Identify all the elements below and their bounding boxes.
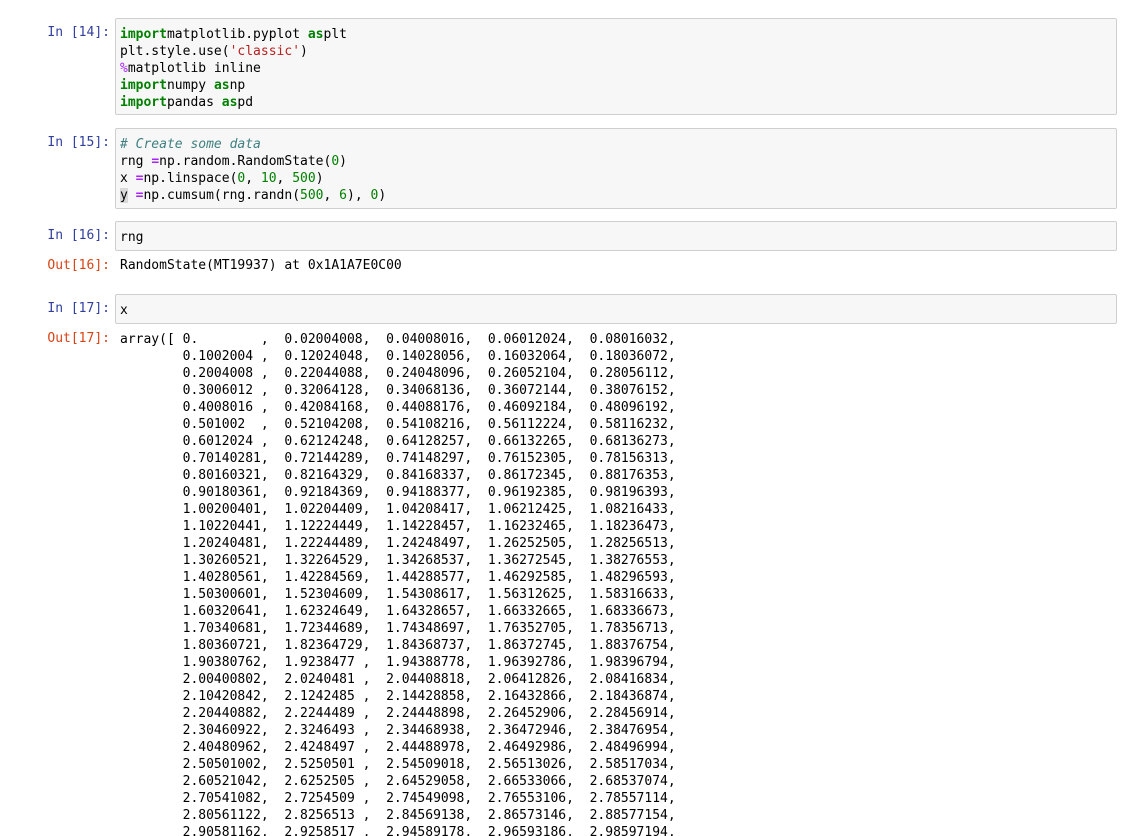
code-token: as [213, 78, 230, 93]
code-token: 500 [292, 171, 316, 186]
array-row: 2.80561122, 2.8256513 , 2.84569138, 2.86… [120, 808, 676, 823]
code-token: ), [347, 188, 371, 203]
array-row: 0.4008016 , 0.42084168, 0.44088176, 0.46… [120, 400, 676, 415]
array-row: 0.90180361, 0.92184369, 0.94188377, 0.96… [120, 485, 676, 500]
code-line: importmatplotlib.pyplot asplt [120, 26, 1112, 43]
array-row: 1.90380762, 1.9238477 , 1.94388778, 1.96… [120, 655, 676, 670]
array-row: 1.40280561, 1.42284569, 1.44288577, 1.46… [120, 570, 676, 585]
array-row: 0.501002 , 0.52104208, 0.54108216, 0.561… [120, 417, 676, 432]
output-prompt-17: Out[17]: [47, 331, 110, 346]
code-token: pd [237, 95, 254, 110]
array-row: 2.60521042, 2.6252505 , 2.64529058, 2.66… [120, 774, 676, 789]
code-token: np.cumsum(rng.randn( [143, 188, 301, 203]
array-row: 1.80360721, 1.82364729, 1.84368737, 1.86… [120, 638, 676, 653]
code-token: np [229, 78, 246, 93]
code-token: import [120, 78, 167, 93]
array-row: 2.70541082, 2.7254509 , 2.74549098, 2.76… [120, 791, 676, 806]
array-row: 2.40480962, 2.4248497 , 2.44488978, 2.46… [120, 740, 676, 755]
code-line: y =np.cumsum(rng.randn(500, 6), 0) [120, 187, 1112, 204]
code-line: x [120, 303, 128, 318]
array-row: 0.2004008 , 0.22044088, 0.24048096, 0.26… [120, 366, 676, 381]
code-token: pandas [166, 95, 222, 110]
array-row: 2.30460922, 2.3246493 , 2.34468938, 2.36… [120, 723, 676, 738]
output-text-16: RandomState(MT19937) at 0x1A1A7E0C00 [120, 258, 402, 273]
array-row: 2.10420842, 2.1242485 , 2.14428858, 2.16… [120, 689, 676, 704]
code-token: 'classic' [229, 44, 301, 59]
input-prompt-15: In [15]: [47, 135, 110, 150]
code-token: np.linspace( [143, 171, 238, 186]
array-row: 2.20440882, 2.2244489 , 2.24448898, 2.26… [120, 706, 676, 721]
code-token: plt.style.use( [120, 44, 230, 59]
code-line: importpandas aspd [120, 94, 1112, 111]
code-token: ) [315, 171, 324, 186]
array-row: 0.3006012 , 0.32064128, 0.34068136, 0.36… [120, 383, 676, 398]
code-line: rng [120, 230, 144, 245]
code-token: import [120, 27, 167, 42]
input-prompt-14: In [14]: [47, 25, 110, 40]
code-token: 6 [339, 188, 347, 203]
code-line: plt.style.use('classic') [120, 43, 1112, 60]
code-line: x =np.linspace(0, 10, 500) [120, 170, 1112, 187]
array-row: 0.1002004 , 0.12024048, 0.14028056, 0.16… [120, 349, 676, 364]
code-editor-16[interactable]: rng [115, 221, 1117, 251]
code-token: matplotlib.pyplot [166, 27, 308, 42]
code-line: importnumpy asnp [120, 77, 1112, 94]
output-prompt-16: Out[16]: [47, 258, 110, 273]
code-line: # Create some data [120, 136, 1112, 153]
code-token: x [120, 171, 136, 186]
code-token: y [120, 188, 128, 203]
array-output-17: array([ 0. , 0.02004008, 0.04008016, 0.0… [120, 331, 1120, 836]
array-row: 1.30260521, 1.32264529, 1.34268537, 1.36… [120, 553, 676, 568]
code-token: = [151, 154, 160, 169]
array-row: 1.20240481, 1.22244489, 1.24248497, 1.26… [120, 536, 676, 551]
code-token: 10 [260, 171, 277, 186]
code-token: import [120, 95, 167, 110]
code-token: rng [120, 154, 152, 169]
code-token: numpy [166, 78, 214, 93]
code-editor-15[interactable]: # Create some data rng =np.random.RandomS… [115, 128, 1117, 209]
code-token: ) [300, 44, 308, 59]
array-row: 0.70140281, 0.72144289, 0.74148297, 0.76… [120, 451, 676, 466]
array-row: 2.90581162, 2.9258517 , 2.94589178, 2.96… [120, 825, 676, 836]
code-token: matplotlib inline [127, 61, 261, 76]
array-row: 1.00200401, 1.02204409, 1.04208417, 1.06… [120, 502, 676, 517]
array-row: 1.70340681, 1.72344689, 1.74348697, 1.76… [120, 621, 676, 636]
code-token: 500 [300, 188, 324, 203]
code-line: rng =np.random.RandomState(0) [120, 153, 1112, 170]
array-row: 1.10220441, 1.12224449, 1.14228457, 1.16… [120, 519, 676, 534]
code-token: ) [339, 154, 347, 169]
code-line: %matplotlib inline [120, 60, 1112, 77]
array-row: 1.60320641, 1.62324649, 1.64328657, 1.66… [120, 604, 676, 619]
array-row: 0.6012024 , 0.62124248, 0.64128257, 0.66… [120, 434, 676, 449]
array-row: 0.80160321, 0.82164329, 0.84168337, 0.86… [120, 468, 676, 483]
code-token: % [120, 61, 128, 76]
code-token: , [323, 188, 340, 203]
array-row: 2.50501002, 2.5250501 , 2.54509018, 2.56… [120, 757, 676, 772]
code-editor-14[interactable]: importmatplotlib.pyplot asplt plt.style.u… [115, 18, 1117, 115]
code-token: as [307, 27, 324, 42]
code-token: ) [378, 188, 387, 203]
array-row: array([ 0. , 0.02004008, 0.04008016, 0.0… [120, 332, 676, 347]
array-row: 2.00400802, 2.0240481 , 2.04408818, 2.06… [120, 672, 676, 687]
code-token: plt [323, 27, 347, 42]
input-prompt-17: In [17]: [47, 301, 110, 316]
code-token: as [221, 95, 238, 110]
code-token: 0 [331, 154, 340, 169]
input-prompt-16: In [16]: [47, 228, 110, 243]
code-token: = [127, 188, 144, 203]
array-row: 1.50300601, 1.52304609, 1.54308617, 1.56… [120, 587, 676, 602]
code-token: np.random.RandomState( [159, 154, 332, 169]
code-token: # Create some data [120, 137, 261, 152]
code-token: , [276, 171, 293, 186]
code-token: , [245, 171, 261, 186]
code-editor-17[interactable]: x [115, 294, 1117, 324]
